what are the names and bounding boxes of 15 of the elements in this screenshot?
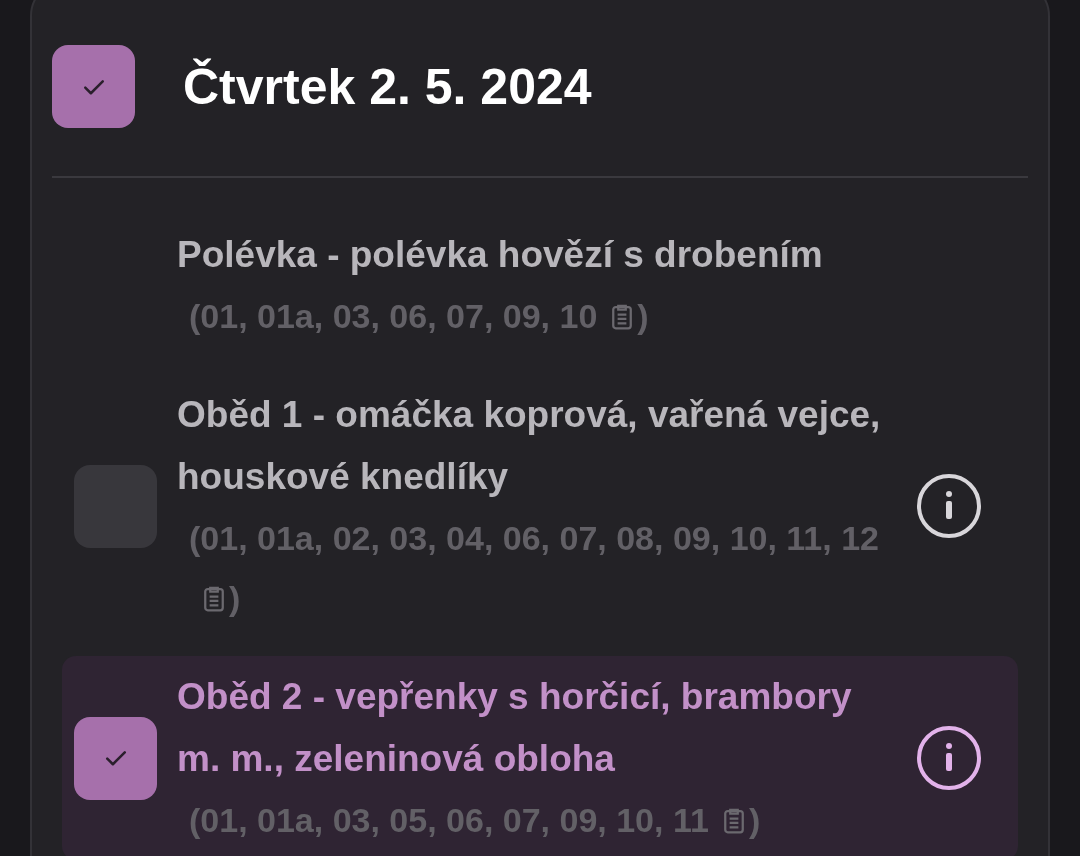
allergen-list: (01, 01a, 03, 05, 06, 07, 09, 10, 11 bbox=[189, 801, 709, 839]
allergen-list-end: ) bbox=[229, 579, 241, 617]
info-icon[interactable] bbox=[915, 472, 983, 540]
meal-name: Oběd 1 - omáčka koprová, vařená vejce, houskové knedlíky bbox=[177, 393, 882, 499]
day-title: Čtvrtek 2. 5. 2024 bbox=[183, 57, 592, 116]
meal-name: Polévka - polévka hovězí s drobením bbox=[177, 233, 824, 277]
info-icon[interactable] bbox=[915, 724, 983, 792]
allergen-list-end: ) bbox=[637, 297, 649, 335]
allergen-list: (01, 01a, 02, 03, 04, 06, 07, 08, 09, 10, 11, 12 bbox=[189, 519, 879, 557]
meal-name: Oběd 2 - vepřenky s horčicí, brambory m. m., zeleninová obloha bbox=[177, 675, 853, 781]
checkbox[interactable] bbox=[52, 45, 135, 128]
selected-meal-row[interactable]: Oběd 2 - vepřenky s horčicí, brambory m. m., zeleninová obloha (01, 01a, 03, 05, 06, 07, 09, 10, 11 ) bbox=[62, 656, 1018, 856]
allergen-list: (01, 01a, 03, 06, 07, 09, 10 bbox=[189, 297, 598, 335]
checkbox[interactable] bbox=[74, 716, 157, 800]
allergen-list-end: ) bbox=[748, 801, 761, 839]
